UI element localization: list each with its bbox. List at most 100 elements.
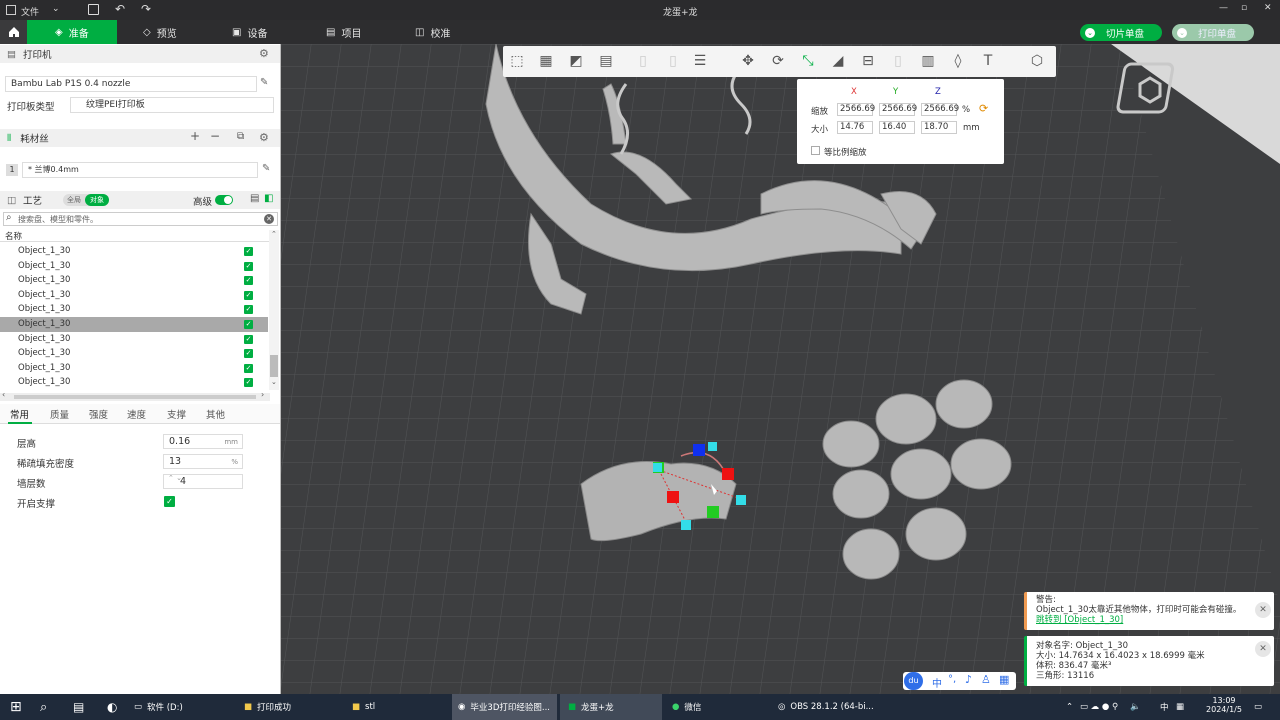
- plate-type-select[interactable]: 纹理PEI打印板: [70, 97, 274, 113]
- scroll-thumb[interactable]: [270, 355, 278, 377]
- size-y-input[interactable]: 16.40: [879, 121, 915, 134]
- close-icon[interactable]: ✕: [1255, 602, 1271, 618]
- param-input[interactable]: 0.16 mm: [163, 434, 243, 449]
- user-icon[interactable]: ♙: [981, 673, 991, 686]
- close-icon[interactable]: ✕: [1264, 3, 1272, 13]
- orient-icon[interactable]: ◩: [566, 51, 586, 71]
- object-list-item[interactable]: Object_1_30 ✓: [0, 259, 268, 274]
- tab-project[interactable]: ▤ 项目: [326, 20, 361, 44]
- object-visible-checkbox[interactable]: ✓: [244, 349, 253, 359]
- scroll-down-icon[interactable]: ⌄: [271, 378, 277, 386]
- slice-plate-button[interactable]: ⌄ 切片单盘: [1080, 24, 1162, 41]
- tab-preview[interactable]: ◇ 预览: [143, 20, 177, 44]
- enable-support-checkbox[interactable]: ✓: [164, 496, 175, 507]
- taskbar-item-guide[interactable]: ◉ 毕业3D打印经验图...: [452, 694, 557, 720]
- scroll-left-icon[interactable]: ‹: [2, 390, 5, 399]
- scale-icon[interactable]: ⤡: [798, 51, 818, 71]
- gear-icon[interactable]: ⚙: [259, 131, 269, 144]
- uniform-scale-checkbox[interactable]: [811, 146, 820, 155]
- maximize-icon[interactable]: ▫: [1241, 3, 1247, 13]
- lay-on-face-icon[interactable]: ◢: [828, 51, 848, 71]
- tab-prepare[interactable]: ◈ 准备: [27, 20, 117, 44]
- scale-y-input[interactable]: 2566.69: [879, 103, 917, 116]
- notification-icon[interactable]: ▭: [1254, 694, 1262, 720]
- taskbar-item-bambu[interactable]: ■ 龙蛋+龙: [560, 694, 662, 720]
- scale-z-input[interactable]: 2566.69: [921, 103, 959, 116]
- close-icon[interactable]: ✕: [1255, 641, 1271, 657]
- object-list-item[interactable]: Object_1_30 ✓: [0, 361, 268, 376]
- param-tab[interactable]: 其他: [206, 407, 225, 421]
- remove-icon[interactable]: −: [210, 129, 220, 143]
- object-list-item[interactable]: Object_1_30 ✓: [0, 302, 268, 317]
- taskbar-item-wechat[interactable]: ● 微信: [672, 694, 772, 720]
- search-input[interactable]: 搜索盘、模型和零件。: [18, 214, 98, 225]
- search-icon[interactable]: ⌕: [40, 694, 47, 720]
- object-visible-checkbox[interactable]: ✓: [244, 378, 253, 388]
- search-box[interactable]: ⌕ 搜索盘、模型和零件。 ✕: [3, 212, 278, 226]
- minimize-icon[interactable]: —: [1219, 3, 1228, 13]
- object-visible-checkbox[interactable]: ✓: [244, 276, 253, 286]
- param-tab[interactable]: 质量: [50, 407, 69, 421]
- move-icon[interactable]: ✥: [738, 51, 758, 71]
- object-list-item[interactable]: Object_1_30 ✓: [0, 317, 268, 332]
- text-icon[interactable]: T: [978, 51, 998, 71]
- cut-icon[interactable]: ⊟: [858, 51, 878, 71]
- param-input[interactable]: 13%: [163, 454, 243, 469]
- scroll-up-icon[interactable]: ⌃: [271, 230, 277, 238]
- rotate-icon[interactable]: ⟳: [768, 51, 788, 71]
- stepper-icon[interactable]: ⌃ ⌄: [168, 475, 182, 482]
- plate-icon[interactable]: ▤: [596, 51, 616, 71]
- network-icon[interactable]: ▦: [1176, 694, 1184, 720]
- object-visible-checkbox[interactable]: ✓: [244, 334, 253, 344]
- scroll-right-icon[interactable]: ›: [261, 390, 264, 399]
- object-visible-checkbox[interactable]: ✓: [244, 363, 253, 373]
- tab-calibration[interactable]: ◫ 校准: [415, 20, 450, 44]
- support-paint-icon[interactable]: ▥: [918, 51, 938, 71]
- undo-icon[interactable]: ↶: [115, 2, 125, 16]
- scale-x-input[interactable]: 2566.69: [837, 103, 875, 116]
- windows-start-icon[interactable]: ⊞: [10, 694, 22, 720]
- menu-icon[interactable]: [6, 5, 16, 15]
- param-tab[interactable]: 常用: [10, 407, 29, 421]
- param-input[interactable]: 4 ⌃ ⌄: [163, 474, 243, 489]
- task-view-icon[interactable]: ▤: [73, 694, 84, 720]
- tray-icons[interactable]: ▭ ☁ ● ⚲: [1080, 694, 1118, 720]
- volume-icon[interactable]: 🔈: [1130, 694, 1141, 720]
- edit-icon[interactable]: ✎: [260, 77, 268, 88]
- assembly-icon[interactable]: ⬡: [1027, 51, 1047, 71]
- object-list-item[interactable]: Object_1_30 ✓: [0, 332, 268, 347]
- filament-select[interactable]: * 兰博0.4mm: [22, 162, 258, 178]
- gear-icon[interactable]: ⚙: [259, 47, 269, 60]
- object-list-item[interactable]: Object_1_30 ✓: [0, 375, 268, 390]
- object-list-item[interactable]: Object_1_30 ✓: [0, 288, 268, 303]
- jump-to-link[interactable]: 跳转到 [Object_1_30]: [1036, 615, 1123, 625]
- param-tab[interactable]: 速度: [127, 407, 146, 421]
- scroll-thumb[interactable]: [14, 395, 256, 399]
- object-visible-checkbox[interactable]: ✓: [244, 320, 253, 329]
- param-tab[interactable]: 强度: [89, 407, 108, 421]
- taskbar-item-drive[interactable]: ▭ 软件 (D:): [134, 694, 234, 720]
- add-object-icon[interactable]: ⬚: [507, 51, 527, 71]
- arrange-grid-icon[interactable]: ▦: [536, 51, 556, 71]
- object-list-item[interactable]: Object_1_30 ✓: [0, 346, 268, 361]
- object-list-item[interactable]: Object_1_30 ✓: [0, 273, 268, 288]
- size-x-input[interactable]: 14.76: [837, 121, 873, 134]
- grid-icon[interactable]: ▦: [999, 673, 1009, 686]
- layers-icon[interactable]: ☰: [690, 51, 710, 71]
- punctuation-icon[interactable]: °,: [948, 674, 956, 685]
- seam-icon[interactable]: ◊: [948, 51, 968, 71]
- advanced-toggle[interactable]: [215, 195, 233, 205]
- voice-icon[interactable]: ♪: [965, 673, 972, 686]
- print-plate-button[interactable]: ⌄ 打印单盘: [1172, 24, 1254, 41]
- home-button[interactable]: [0, 20, 27, 44]
- tab-device[interactable]: ▣ 设备: [232, 20, 267, 44]
- file-menu[interactable]: 文件: [21, 5, 39, 18]
- baidu-ime-icon[interactable]: du: [904, 672, 923, 690]
- param-tab[interactable]: 支撑: [167, 407, 186, 421]
- taskbar-item-folder1[interactable]: ■ 打印成功: [244, 694, 344, 720]
- save-icon[interactable]: [88, 4, 99, 15]
- horizontal-scrollbar[interactable]: ‹ ›: [0, 390, 270, 401]
- size-z-input[interactable]: 18.70: [921, 121, 957, 134]
- sync-icon[interactable]: ⧉: [237, 131, 244, 142]
- object-list-item[interactable]: Object_1_30 ✓: [0, 244, 268, 259]
